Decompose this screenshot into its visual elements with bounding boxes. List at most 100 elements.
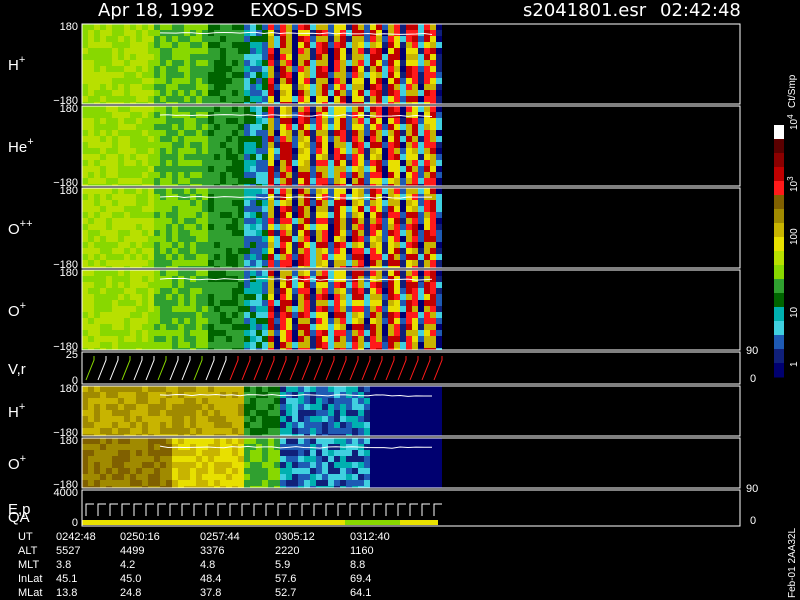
spectrogram-cell (196, 36, 202, 42)
spectrogram-cell (184, 468, 190, 474)
spectrogram-cell (280, 282, 286, 288)
spectrogram-cell (310, 118, 316, 124)
spectrogram-cell (394, 90, 400, 96)
spectrogram-cell (118, 160, 124, 166)
spectrogram-cell (166, 300, 172, 306)
spectrogram-cell (316, 242, 322, 248)
spectrogram-cell (94, 480, 100, 486)
spectrogram-cell (190, 312, 196, 318)
spectrogram-cell (334, 428, 340, 434)
spectrogram-cell (334, 188, 340, 194)
velocity-mark (337, 356, 347, 381)
spectrogram-cell (172, 188, 178, 194)
spectrogram-cell (142, 342, 148, 348)
spectrogram-cell (94, 148, 100, 154)
spectrogram-cell (238, 166, 244, 172)
spectrogram-cell (370, 194, 376, 200)
spectrogram-cell (154, 30, 160, 36)
spectrogram-cell (184, 324, 190, 330)
spectrogram-cell (280, 404, 286, 410)
spectrogram-cell (124, 188, 130, 194)
spectrogram-cell (394, 230, 400, 236)
spectrogram-cell (160, 410, 166, 416)
spectrogram-cell (364, 480, 370, 486)
spectrogram-cell (418, 300, 424, 306)
spectrogram-cell (400, 200, 406, 206)
spectrogram-cell (94, 142, 100, 148)
spectrogram-cell (376, 142, 382, 148)
spectrogram-cell (292, 206, 298, 212)
energy-step-mark (313, 503, 322, 516)
spectrogram-cell (412, 200, 418, 206)
spectrogram-cell (388, 48, 394, 54)
spectrogram-cell (316, 48, 322, 54)
spectrogram-cell (226, 330, 232, 336)
spectrogram-cell (424, 422, 430, 428)
spectrogram-cell (142, 224, 148, 230)
spectrogram-cell (412, 422, 418, 428)
spectrogram-cell (334, 206, 340, 212)
spectrogram-cell (82, 410, 88, 416)
spectrogram-cell (418, 66, 424, 72)
spectrogram-cell (286, 336, 292, 342)
spectrogram-cell (256, 154, 262, 160)
spectrogram-cell (418, 416, 424, 422)
spectrogram-cell (400, 260, 406, 266)
velocity-mark (361, 356, 371, 381)
spectrogram-cell (268, 200, 274, 206)
spectrogram-cell (412, 276, 418, 282)
spectrogram-cell (316, 212, 322, 218)
spectrogram-cell (172, 72, 178, 78)
spectrogram-cell (352, 386, 358, 392)
spectrogram-cell (358, 166, 364, 172)
spectrogram-cell (268, 270, 274, 276)
spectrogram-cell (316, 480, 322, 486)
spectrogram-cell (232, 60, 238, 66)
spectrogram-cell (196, 462, 202, 468)
spectrogram-cell (172, 24, 178, 30)
spectrogram-cell (316, 230, 322, 236)
spectrogram-cell (304, 188, 310, 194)
spectrogram-cell (376, 336, 382, 342)
spectrogram-cell (172, 422, 178, 428)
spectrogram-cell (310, 242, 316, 248)
spectrogram-cell (262, 468, 268, 474)
spectrogram-cell (406, 24, 412, 30)
spectrogram-cell (112, 342, 118, 348)
spectrogram-cell (418, 54, 424, 60)
spectrogram-cell (346, 288, 352, 294)
spectrogram-cell (154, 142, 160, 148)
spectrogram-cell (256, 212, 262, 218)
spectrogram-cell (286, 398, 292, 404)
spectrogram-cell (322, 318, 328, 324)
spectrogram-cell (286, 142, 292, 148)
spectrogram-cell (328, 218, 334, 224)
spectrogram-cell (358, 248, 364, 254)
spectrogram-cell (412, 416, 418, 422)
spectrogram-cell (106, 142, 112, 148)
spectrogram-cell (136, 324, 142, 330)
spectrogram-cell (292, 60, 298, 66)
spectrogram-cell (262, 96, 268, 102)
spectrogram-cell (412, 84, 418, 90)
spectrogram-cell (220, 178, 226, 184)
spectrogram-cell (376, 218, 382, 224)
spectrogram-cell (130, 42, 136, 48)
spectrogram-cell (202, 36, 208, 42)
spectrogram-cell (244, 118, 250, 124)
spectrogram-cell (352, 136, 358, 142)
spectrogram-cell (412, 450, 418, 456)
spectrogram-cell (436, 124, 442, 130)
spectrogram-cell (226, 148, 232, 154)
energy-step-mark (397, 503, 406, 516)
spectrogram-cell (256, 142, 262, 148)
spectrogram-cell (334, 410, 340, 416)
spectrogram-cell (220, 230, 226, 236)
spectrogram-cell (292, 200, 298, 206)
spectrogram-cell (130, 90, 136, 96)
spectrogram-cell (292, 96, 298, 102)
spectrogram-cell (418, 410, 424, 416)
spectrogram-cell (94, 306, 100, 312)
spectrogram-cell (166, 218, 172, 224)
spectrogram-cell (364, 154, 370, 160)
